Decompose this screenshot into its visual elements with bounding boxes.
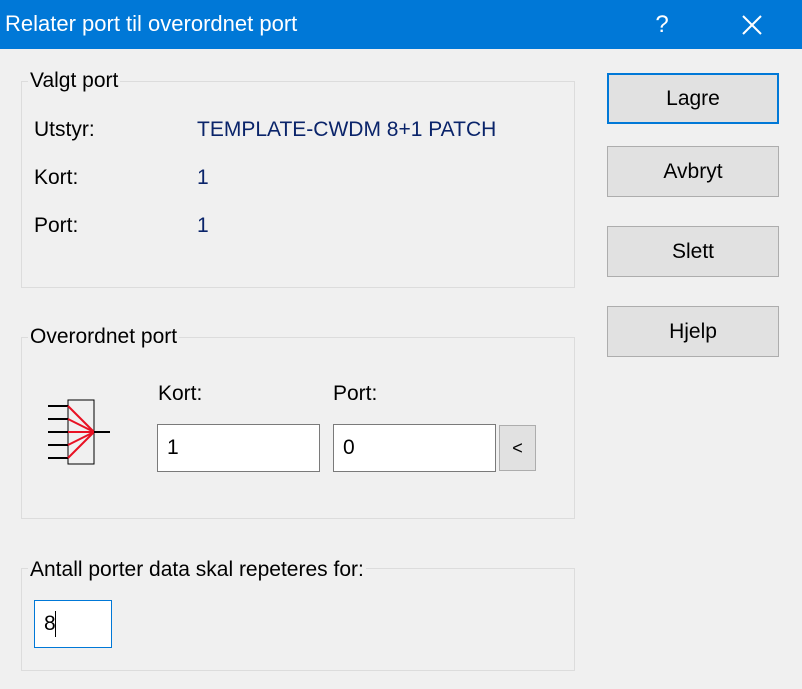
selected-port-label: Port: xyxy=(34,214,79,237)
save-button[interactable]: Lagre xyxy=(607,73,779,124)
text-caret xyxy=(55,611,56,637)
close-button[interactable] xyxy=(722,0,782,49)
repeat-count-input[interactable] xyxy=(34,600,112,648)
parent-port-group-label: Overordnet port xyxy=(28,325,180,349)
selected-port-group-label: Valgt port xyxy=(28,69,121,93)
selected-port-group xyxy=(21,81,575,288)
title-bar: Relater port til overordnet port ? xyxy=(0,0,802,49)
help-button[interactable]: Hjelp xyxy=(607,306,779,357)
selected-card-label: Kort: xyxy=(34,166,79,189)
help-icon: ? xyxy=(655,10,669,38)
port-relation-icon xyxy=(48,399,110,465)
window-title: Relater port til overordnet port xyxy=(5,11,298,36)
equipment-label: Utstyr: xyxy=(34,118,95,141)
selected-port-value: 1 xyxy=(197,214,209,237)
parent-card-label: Kort: xyxy=(158,382,203,405)
equipment-value: TEMPLATE-CWDM 8+1 PATCH xyxy=(197,118,497,141)
close-icon xyxy=(742,14,762,35)
repeat-group-label: Antall porter data skal repeteres for: xyxy=(28,558,366,582)
parent-card-input[interactable] xyxy=(157,424,320,472)
cancel-button[interactable]: Avbryt xyxy=(607,146,779,197)
pick-parent-port-label: < xyxy=(512,437,523,458)
parent-port-input[interactable] xyxy=(333,424,496,472)
delete-button[interactable]: Slett xyxy=(607,226,779,277)
pick-parent-port-button[interactable]: < xyxy=(499,425,536,471)
help-title-button[interactable]: ? xyxy=(632,0,692,49)
parent-port-label: Port: xyxy=(333,382,378,405)
selected-card-value: 1 xyxy=(197,166,209,189)
